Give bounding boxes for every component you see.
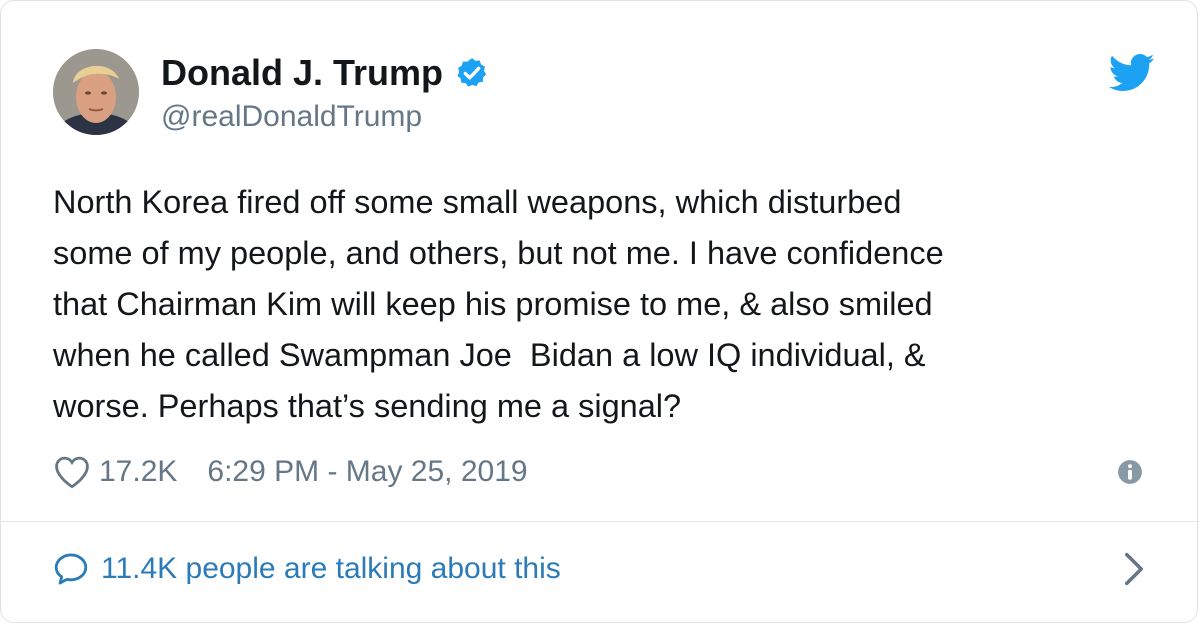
heart-icon[interactable]	[53, 455, 91, 489]
tweet-meta: 17.2K 6:29 PM - May 25, 2019	[53, 449, 528, 495]
tweet-card: Donald J. Trump @realDonaldTrump North K…	[0, 0, 1199, 623]
tweet-timestamp[interactable]: 6:29 PM - May 25, 2019	[207, 455, 527, 489]
author-name[interactable]: Donald J. Trump	[161, 51, 489, 95]
verified-badge-icon	[457, 58, 487, 87]
avatar[interactable]	[53, 49, 139, 135]
like-count[interactable]: 17.2K	[99, 455, 177, 489]
conversation-label: 11.4K people are talking about this	[101, 552, 561, 585]
info-icon[interactable]	[1117, 459, 1143, 485]
divider	[1, 521, 1199, 522]
author-handle[interactable]: @realDonaldTrump	[161, 98, 422, 136]
avatar-image	[53, 49, 139, 135]
conversation-link[interactable]: 11.4K people are talking about this	[53, 546, 561, 592]
tweet-text: North Korea fired off some small weapons…	[53, 184, 944, 424]
chevron-right-icon[interactable]	[1123, 551, 1145, 587]
twitter-bird-icon[interactable]	[1109, 53, 1155, 93]
speech-bubble-icon	[54, 553, 88, 585]
author-name-text: Donald J. Trump	[161, 52, 444, 93]
